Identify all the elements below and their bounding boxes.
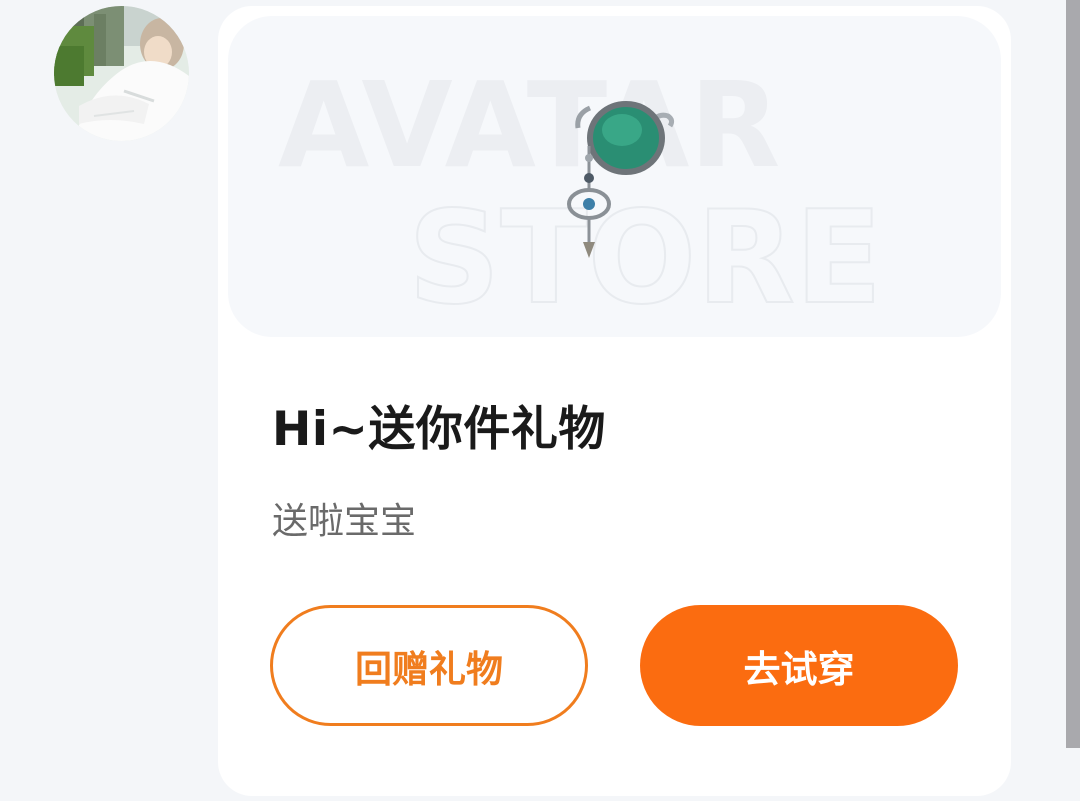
scrollbar[interactable] — [1066, 0, 1080, 748]
try-on-button[interactable]: 去试穿 — [640, 605, 958, 726]
return-gift-button[interactable]: 回赠礼物 — [270, 605, 588, 726]
avatar[interactable] — [54, 6, 189, 141]
gift-card: AVATAR STORE Hi~送你件礼物 送啦宝宝 回赠礼物 去试穿 — [218, 6, 1011, 796]
avatar-store-banner: AVATAR STORE — [228, 16, 1001, 337]
card-title: Hi~送你件礼物 — [272, 402, 606, 457]
card-message: 送啦宝宝 — [272, 501, 417, 542]
avatar-photo — [54, 6, 189, 141]
banner-text-store: STORE — [408, 184, 882, 333]
banner-text-avatar: AVATAR — [278, 56, 780, 194]
